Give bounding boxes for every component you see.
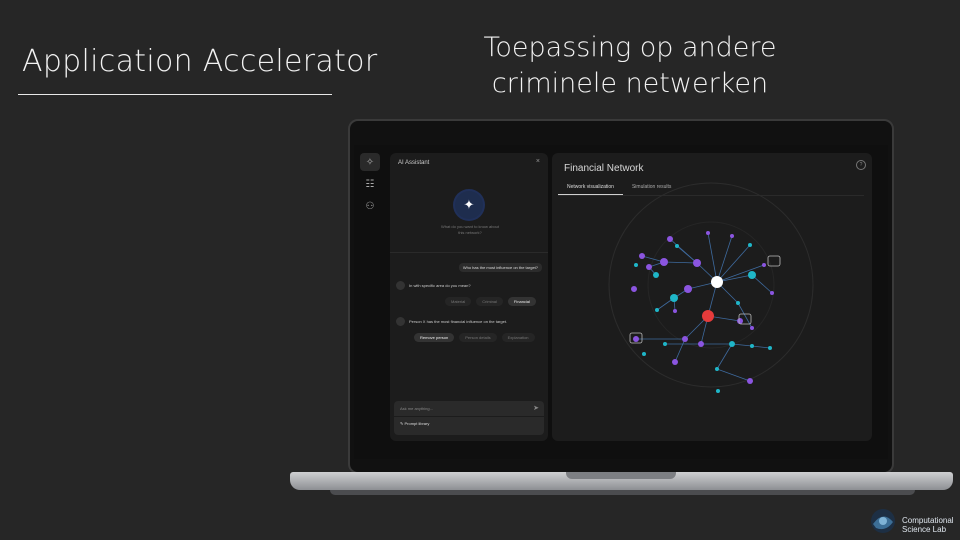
graph-node[interactable] [631,286,637,292]
financial-network-panel: Financial Network ? Network visualizatio… [552,153,872,441]
chat-input[interactable]: Ask me anything... [400,406,433,411]
laptop-screen: ✧ ☷ ⚇ AI Assistant × ✦ What do you want … [354,145,888,459]
assistant-header: AI Assistant [398,160,430,166]
graph-node[interactable] [762,263,766,267]
person-details-button[interactable]: Person details [459,333,497,342]
graph-node[interactable] [673,309,677,313]
graph-node[interactable] [715,367,719,371]
prompt-library-label: Prompt library [404,421,430,426]
send-icon[interactable]: ➤ [533,404,539,412]
avatar [396,281,405,290]
graph-ring [608,182,814,388]
graph-node[interactable] [748,271,756,279]
slide-heading-line2: criminele netwerken [491,68,769,99]
graph-node[interactable] [675,244,679,248]
chip-financial[interactable]: Financial [507,297,536,306]
assistant-message-text: Person X has the most financial influenc… [409,319,508,324]
avatar [396,317,405,326]
node-badge [767,255,781,267]
graph-node[interactable] [737,318,743,324]
graph-node[interactable] [663,342,667,346]
graph-node[interactable] [670,294,678,302]
hub-node[interactable] [711,276,723,288]
graph-node[interactable] [653,272,659,278]
graph-node[interactable] [642,352,646,356]
chat-input-box: Ask me anything... ➤ ✎ Prompt library [394,401,544,435]
graph-ring-inner [647,221,775,349]
prompt-library-button[interactable]: ✎ Prompt library [400,421,429,426]
graph-node[interactable] [667,236,673,242]
divider [390,252,548,253]
graph-node[interactable] [729,341,735,347]
sparkle-icon[interactable]: ✧ [360,153,380,171]
graph-edge [674,338,686,363]
logo-line1: Computational [902,516,954,525]
assistant-prompt: What do you want to know about this netw… [420,224,520,236]
grid-icon[interactable]: ☷ [360,175,380,193]
close-icon[interactable]: × [536,158,540,165]
user-message: Who has the most influence on the target… [458,263,542,272]
ai-assistant-panel: AI Assistant × ✦ What do you want to kno… [390,153,548,441]
graph-node[interactable] [716,389,720,393]
suggestion-chips: Material Criminal Financial [445,297,536,306]
graph-node[interactable] [730,234,734,238]
graph-edge [716,235,733,283]
graph-node[interactable] [750,326,754,330]
graph-node[interactable] [750,344,754,348]
slide-heading-line1: Toepassing op andere [483,32,777,63]
graph-edge [663,261,698,264]
lab-logo-icon [871,509,895,533]
graph-edge [731,343,753,347]
graph-node[interactable] [748,243,752,247]
logo-line2: Science Lab [902,525,947,534]
laptop-feet [330,490,915,495]
title-underline [18,94,332,95]
icon-rail: ✧ ☷ ⚇ [360,153,382,223]
graph-edge [751,345,771,349]
slide-heading: Toepassing op andere criminele netwerken [430,30,830,102]
graph-edge [751,274,773,294]
divider [394,416,544,417]
network-graph[interactable] [552,153,872,441]
graph-node[interactable] [684,285,692,293]
computational-science-lab-logo: Computational Science Lab [868,506,958,538]
graph-node[interactable] [768,346,772,350]
graph-node[interactable] [747,378,753,384]
graph-node[interactable] [770,291,774,295]
graph-node[interactable] [682,336,688,342]
laptop-notch [566,472,676,479]
graph-node[interactable] [660,258,668,266]
assistant-message-text: In with specific area do you mean? [409,283,471,288]
graph-node[interactable] [736,301,740,305]
graph-edge [716,368,751,382]
users-icon[interactable]: ⚇ [360,197,380,215]
graph-node[interactable] [646,264,652,270]
graph-node[interactable] [634,263,638,267]
graph-node[interactable] [698,341,704,347]
graph-edge [669,238,698,264]
slide-title: Application Accelerator [22,44,378,79]
graph-node[interactable] [655,308,659,312]
action-chips: Remove person Person details Explanation [414,333,535,342]
graph-node[interactable] [706,231,710,235]
chip-criminal[interactable]: Criminal [476,297,503,306]
target-node[interactable] [702,310,714,322]
explanation-button[interactable]: Explanation [501,333,535,342]
sparkle-icon: ✦ [455,191,483,219]
graph-node[interactable] [672,359,678,365]
chip-material[interactable]: Material [445,297,472,306]
graph-node[interactable] [633,336,639,342]
assistant-message: Person X has the most financial influenc… [396,317,507,326]
graph-node[interactable] [639,253,645,259]
assistant-message: In with specific area do you mean? [396,281,471,290]
graph-node[interactable] [693,259,701,267]
assistant-prompt-line2: this network? [458,230,482,235]
remove-person-button[interactable]: Remove person [414,333,455,342]
graph-edges [636,232,773,382]
